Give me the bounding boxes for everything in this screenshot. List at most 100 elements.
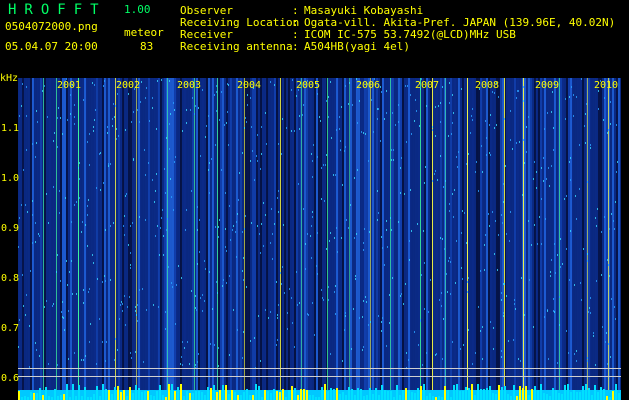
noise-column	[128, 78, 130, 400]
meteor-echo	[327, 78, 328, 400]
count-bar	[264, 390, 266, 400]
noise-column	[192, 78, 194, 400]
noise-column	[102, 78, 104, 400]
signal-speckle	[576, 96, 577, 98]
signal-speckle	[156, 128, 157, 130]
noise-column	[144, 78, 146, 400]
signal-speckle	[266, 143, 267, 145]
signal-speckle	[26, 115, 27, 117]
count-bar	[186, 391, 188, 400]
signal-speckle	[130, 264, 131, 266]
signal-speckle	[533, 326, 534, 328]
signal-speckle	[68, 358, 69, 360]
meteor-echo	[56, 78, 57, 400]
noise-column	[338, 78, 340, 400]
signal-speckle	[334, 237, 335, 239]
signal-speckle	[263, 202, 264, 204]
signal-speckle	[19, 115, 20, 117]
signal-speckle	[48, 222, 49, 224]
noise-column	[38, 78, 40, 400]
count-bar	[531, 389, 533, 400]
signal-speckle	[278, 304, 279, 306]
noise-column	[316, 78, 318, 400]
noise-column	[222, 78, 224, 400]
signal-speckle	[225, 228, 226, 230]
signal-speckle	[386, 112, 387, 114]
signal-speckle	[261, 153, 262, 155]
signal-speckle	[74, 204, 75, 206]
signal-speckle	[182, 341, 183, 343]
signal-speckle	[363, 242, 364, 244]
signal-speckle	[239, 172, 240, 174]
count-bar	[33, 393, 35, 400]
meteor-echo	[78, 78, 79, 400]
signal-speckle	[247, 94, 248, 96]
signal-speckle	[605, 341, 606, 343]
signal-speckle	[54, 132, 55, 134]
signal-speckle	[78, 167, 79, 169]
signal-speckle	[458, 151, 459, 153]
signal-speckle	[596, 280, 597, 282]
signal-speckle	[242, 357, 243, 359]
signal-speckle	[307, 233, 308, 235]
signal-speckle	[173, 102, 174, 104]
meteor-echo	[244, 78, 245, 400]
signal-speckle	[476, 161, 477, 163]
count-bar	[192, 393, 194, 400]
signal-speckle	[29, 325, 30, 327]
count-bar	[201, 392, 203, 400]
signal-speckle	[468, 329, 469, 331]
noise-column	[52, 78, 54, 400]
app-title: HROFFT	[8, 2, 107, 18]
signal-speckle	[322, 297, 323, 299]
signal-speckle	[455, 282, 456, 284]
signal-speckle	[96, 187, 97, 189]
y-tick-1-0: 1.0	[1, 173, 20, 184]
noise-column	[238, 78, 240, 400]
signal-speckle	[516, 97, 517, 99]
signal-speckle	[236, 256, 237, 258]
noise-column	[438, 78, 440, 400]
count-bar	[558, 393, 560, 400]
signal-speckle	[233, 225, 234, 227]
signal-speckle	[426, 105, 427, 107]
noise-column	[296, 78, 298, 400]
signal-speckle	[559, 296, 560, 298]
count-bar	[117, 386, 119, 400]
noise-column	[236, 78, 238, 400]
signal-speckle	[294, 130, 295, 132]
signal-speckle	[22, 274, 23, 276]
noise-column	[70, 78, 72, 400]
noise-column	[282, 78, 284, 400]
noise-column	[394, 78, 396, 400]
receiver-colon: :	[292, 28, 299, 41]
signal-speckle	[206, 125, 207, 127]
count-bar	[411, 392, 413, 400]
signal-speckle	[486, 137, 487, 139]
signal-speckle	[523, 86, 524, 88]
signal-speckle	[426, 352, 427, 354]
noise-column	[64, 78, 66, 400]
noise-column	[582, 78, 584, 400]
signal-speckle	[509, 240, 510, 242]
noise-column	[446, 78, 448, 400]
signal-speckle	[389, 294, 390, 296]
count-bar	[378, 395, 380, 400]
signal-speckle	[401, 157, 402, 159]
noise-column	[596, 78, 598, 400]
signal-speckle	[614, 306, 615, 308]
signal-speckle	[484, 269, 485, 271]
signal-speckle	[553, 149, 554, 151]
signal-speckle	[74, 123, 75, 125]
noise-column	[314, 78, 316, 400]
signal-speckle	[130, 352, 131, 354]
count-bar	[432, 396, 434, 400]
signal-speckle	[503, 201, 504, 203]
count-bar	[516, 396, 518, 400]
count-bar	[279, 392, 281, 400]
noise-column	[150, 78, 152, 400]
signal-speckle	[65, 197, 66, 199]
signal-speckle	[510, 211, 511, 213]
count-bar	[360, 389, 362, 400]
signal-speckle	[607, 363, 608, 365]
